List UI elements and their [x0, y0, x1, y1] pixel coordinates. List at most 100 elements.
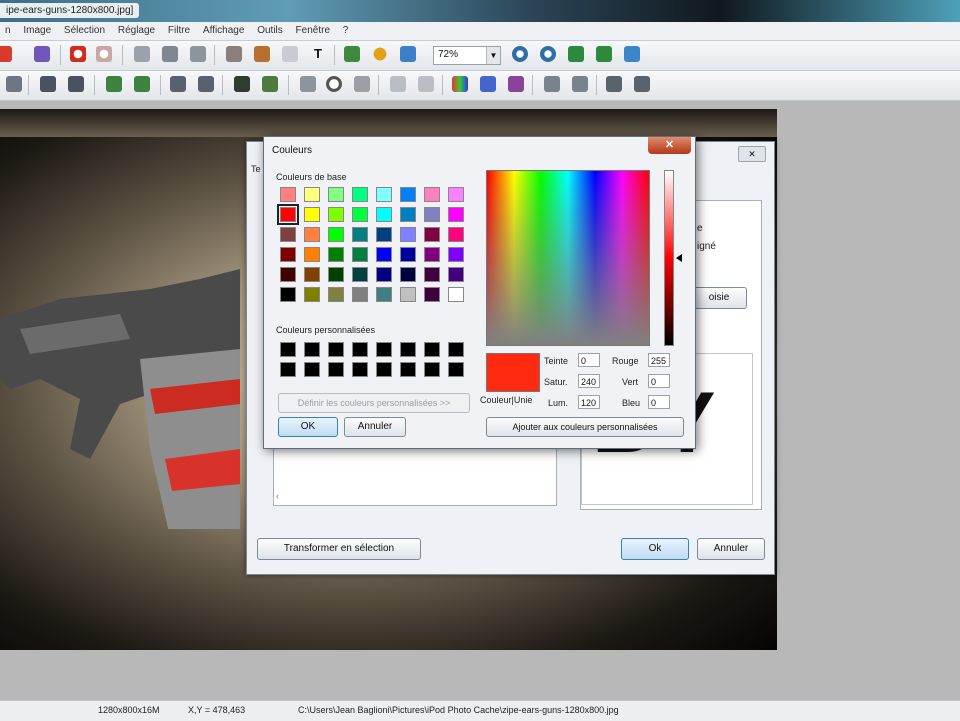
basic-color-swatch[interactable]: [280, 247, 296, 262]
basic-color-swatch[interactable]: [424, 267, 440, 282]
custom-color-swatch[interactable]: [448, 362, 464, 377]
color-spectrum[interactable]: [486, 170, 650, 346]
pencil-icon[interactable]: [134, 76, 150, 92]
custom-color-swatch[interactable]: [304, 362, 320, 377]
resize-icon[interactable]: [254, 46, 270, 62]
scroll-left-icon[interactable]: ‹: [276, 491, 279, 501]
basic-color-swatch[interactable]: [400, 187, 416, 202]
chevron-down-icon[interactable]: ▼: [486, 47, 500, 64]
basic-color-swatch[interactable]: [328, 247, 344, 262]
menu-item-selection[interactable]: Sélection: [59, 22, 110, 40]
basic-color-swatch[interactable]: [448, 207, 464, 222]
basic-color-swatch[interactable]: [328, 187, 344, 202]
luminance-field[interactable]: 120: [578, 395, 600, 409]
basic-color-swatch[interactable]: [376, 267, 392, 282]
basic-color-swatch[interactable]: [352, 247, 368, 262]
basic-color-swatch[interactable]: [304, 207, 320, 222]
basic-color-swatch[interactable]: [400, 267, 416, 282]
custom-color-swatch[interactable]: [280, 362, 296, 377]
menu-item-tools[interactable]: Outils: [252, 22, 288, 40]
disk-icon[interactable]: [34, 46, 50, 62]
custom-color-swatch[interactable]: [352, 362, 368, 377]
basic-color-swatch[interactable]: [280, 287, 296, 302]
layer-paste-icon[interactable]: [572, 76, 588, 92]
hue-field[interactable]: 0: [578, 353, 600, 367]
basic-color-swatch[interactable]: [376, 227, 392, 242]
menu-item-help[interactable]: ?: [338, 22, 354, 40]
custom-color-swatch[interactable]: [376, 342, 392, 357]
basic-color-swatch[interactable]: [352, 207, 368, 222]
text-tool-icon[interactable]: T: [310, 46, 326, 62]
fullscreen-icon[interactable]: [624, 46, 640, 62]
actual-size-icon[interactable]: [596, 46, 612, 62]
basic-color-swatch[interactable]: [400, 227, 416, 242]
close-icon[interactable]: ✕: [738, 146, 766, 162]
basic-color-swatch[interactable]: [280, 267, 296, 282]
fill-bucket-icon[interactable]: [354, 76, 370, 92]
zoom-in-icon[interactable]: [512, 46, 528, 62]
basic-color-swatch[interactable]: [304, 287, 320, 302]
curve-tool-icon[interactable]: [198, 76, 214, 92]
eraser-icon[interactable]: [300, 76, 316, 92]
basic-color-swatch[interactable]: [328, 207, 344, 222]
close-icon[interactable]: ✕: [648, 137, 691, 154]
basic-color-swatch[interactable]: [424, 287, 440, 302]
basic-color-swatch[interactable]: [352, 287, 368, 302]
print-icon[interactable]: [0, 46, 12, 62]
custom-color-swatch[interactable]: [376, 362, 392, 377]
gradient-icon[interactable]: [262, 76, 278, 92]
magic-wand-icon[interactable]: [40, 76, 56, 92]
copy-icon[interactable]: [162, 46, 178, 62]
undo-icon[interactable]: [70, 46, 86, 62]
menu-item-window[interactable]: Fenêtre: [291, 22, 335, 40]
crop-icon[interactable]: [226, 46, 242, 62]
add-custom-color-button[interactable]: Ajouter aux couleurs personnalisées: [486, 417, 684, 437]
layers-icon[interactable]: [344, 46, 360, 62]
magic-wand-add-icon[interactable]: [68, 76, 84, 92]
custom-color-swatch[interactable]: [424, 342, 440, 357]
basic-color-swatch[interactable]: [328, 227, 344, 242]
custom-color-swatch[interactable]: [304, 342, 320, 357]
basic-color-swatch[interactable]: [400, 207, 416, 222]
basic-color-swatch[interactable]: [280, 227, 296, 242]
clone-icon[interactable]: [634, 76, 650, 92]
menu-item-file[interactable]: n: [0, 22, 16, 40]
saturation-field[interactable]: 240: [578, 374, 600, 388]
menu-item-adjust[interactable]: Réglage: [113, 22, 160, 40]
layer-copy-icon[interactable]: [544, 76, 560, 92]
channels-icon[interactable]: [480, 76, 496, 92]
sharpen-icon[interactable]: [418, 76, 434, 92]
redo-icon[interactable]: [96, 46, 112, 62]
blur-icon[interactable]: [390, 76, 406, 92]
paste-icon[interactable]: [190, 46, 206, 62]
drop-icon[interactable]: [326, 76, 342, 92]
basic-color-swatch[interactable]: [376, 207, 392, 222]
basic-color-swatch[interactable]: [448, 267, 464, 282]
custom-color-swatch[interactable]: [400, 362, 416, 377]
basic-color-swatch[interactable]: [304, 227, 320, 242]
custom-color-swatch[interactable]: [400, 342, 416, 357]
basic-color-swatch[interactable]: [424, 207, 440, 222]
stamp-icon[interactable]: [606, 76, 622, 92]
basic-color-swatch[interactable]: [376, 287, 392, 302]
custom-color-swatch[interactable]: [328, 342, 344, 357]
basic-color-swatch[interactable]: [304, 187, 320, 202]
fit-window-icon[interactable]: [568, 46, 584, 62]
basic-color-swatch[interactable]: [400, 287, 416, 302]
luminance-arrow-icon[interactable]: [676, 254, 682, 262]
cancel-button[interactable]: Annuler: [697, 538, 765, 560]
basic-color-swatch[interactable]: [352, 227, 368, 242]
basic-color-swatch[interactable]: [304, 247, 320, 262]
basic-color-swatch[interactable]: [376, 247, 392, 262]
basic-color-swatch[interactable]: [424, 227, 440, 242]
basic-color-swatch[interactable]: [328, 267, 344, 282]
basic-color-swatch[interactable]: [304, 267, 320, 282]
basic-color-swatch[interactable]: [280, 187, 296, 202]
custom-color-swatch[interactable]: [424, 362, 440, 377]
basic-color-swatch[interactable]: [400, 247, 416, 262]
basic-color-swatch[interactable]: [352, 187, 368, 202]
color-balance-icon[interactable]: [452, 76, 468, 92]
menu-item-view[interactable]: Affichage: [198, 22, 250, 40]
menu-item-image[interactable]: Image: [18, 22, 56, 40]
ok-button[interactable]: OK: [278, 417, 338, 437]
